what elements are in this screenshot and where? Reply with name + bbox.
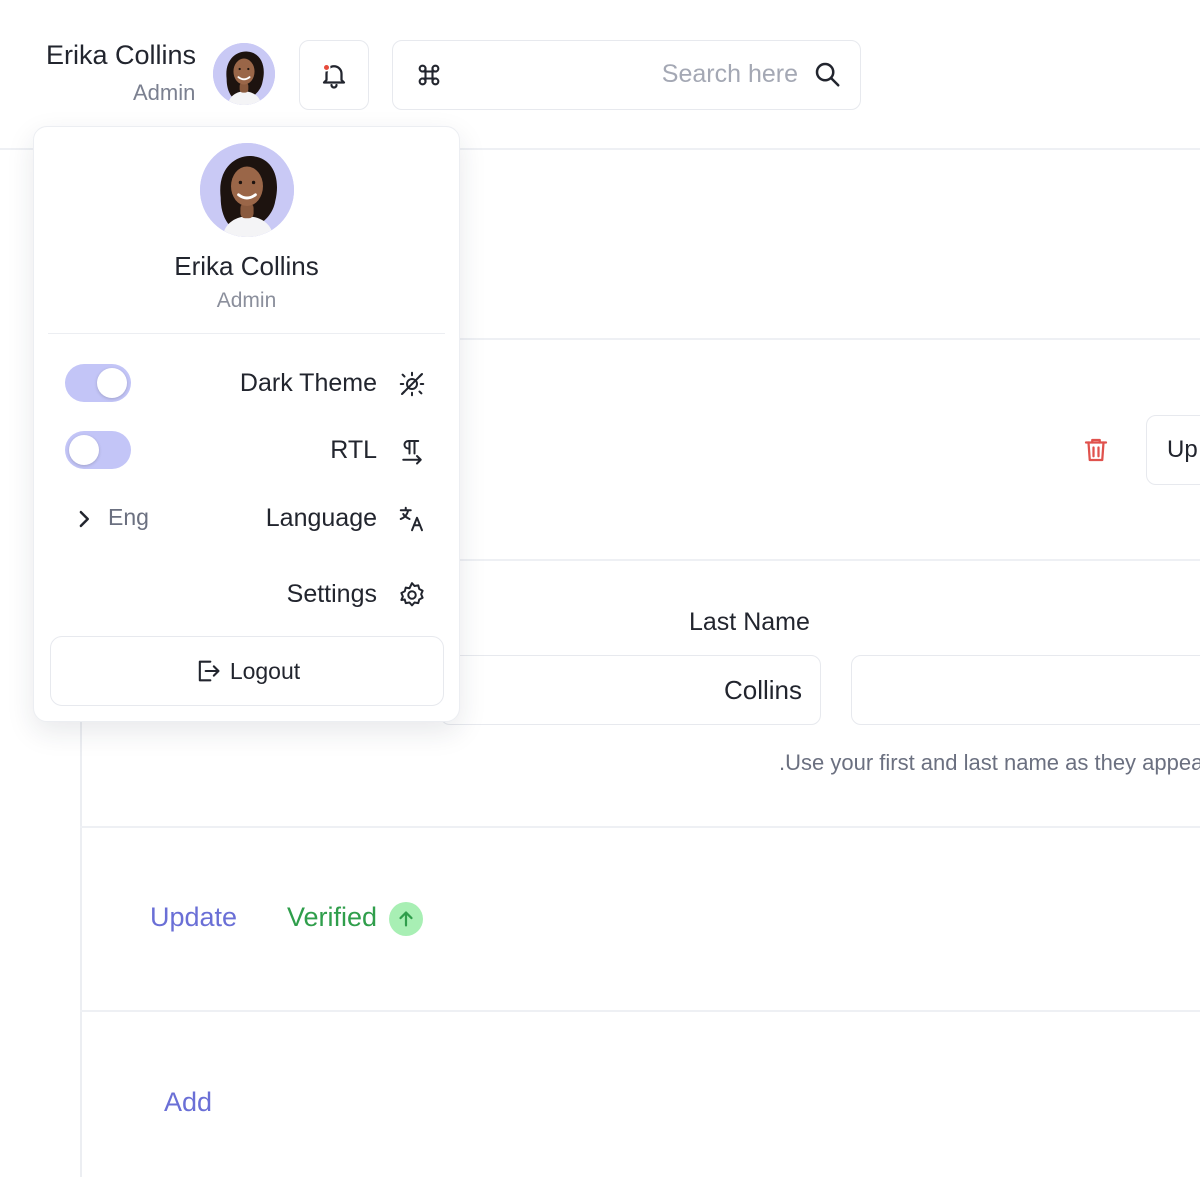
update-link[interactable]: Update (150, 902, 237, 933)
header-user-role: Admin (133, 80, 196, 105)
bell-icon (322, 63, 346, 89)
rtl-icon (402, 440, 422, 465)
menu-divider (48, 333, 445, 334)
name-hint: .Use your first and last name as they ap… (779, 750, 1200, 775)
verified-status: Verified (287, 902, 378, 932)
menu-item-settings[interactable]: Settings (77, 580, 377, 609)
header-user-name[interactable]: Erika Collins (46, 40, 196, 71)
avatar[interactable] (213, 43, 275, 105)
arrow-up-icon (389, 902, 423, 936)
menu-item-language[interactable]: Language (77, 504, 377, 533)
menu-item-dark-theme[interactable]: Dark Theme (77, 369, 377, 398)
text-input[interactable] (851, 655, 1200, 725)
logout-button[interactable]: Logout (50, 636, 444, 706)
last-name-value: Collins (723, 675, 802, 705)
logout-label: Logout (229, 657, 301, 684)
gear-icon (400, 582, 424, 607)
trash-icon[interactable] (1081, 434, 1111, 466)
add-link[interactable]: Add (164, 1087, 212, 1118)
upload-button-label: Up (1167, 436, 1198, 463)
search-icon[interactable] (812, 59, 842, 89)
section-divider (80, 826, 1200, 828)
user-dropdown-menu: Erika Collins Admin Dark Theme RTL Eng L… (33, 126, 460, 722)
search-input[interactable]: Search here (662, 60, 798, 89)
last-name-input[interactable]: Collins (440, 655, 821, 725)
last-name-label: Last Name (689, 608, 810, 636)
command-icon (418, 64, 440, 86)
section-divider (80, 1010, 1200, 1012)
menu-user-role: Admin (216, 289, 277, 312)
search-bar[interactable]: Search here (392, 40, 861, 110)
translate-icon (399, 506, 423, 532)
menu-item-rtl[interactable]: RTL (77, 436, 377, 465)
dark-theme-icon (399, 371, 425, 397)
logout-icon (198, 660, 220, 682)
upload-button[interactable]: Up (1146, 415, 1200, 485)
notifications-button[interactable] (299, 40, 369, 110)
avatar (200, 143, 294, 237)
menu-user-name: Erika Collins (174, 251, 319, 281)
